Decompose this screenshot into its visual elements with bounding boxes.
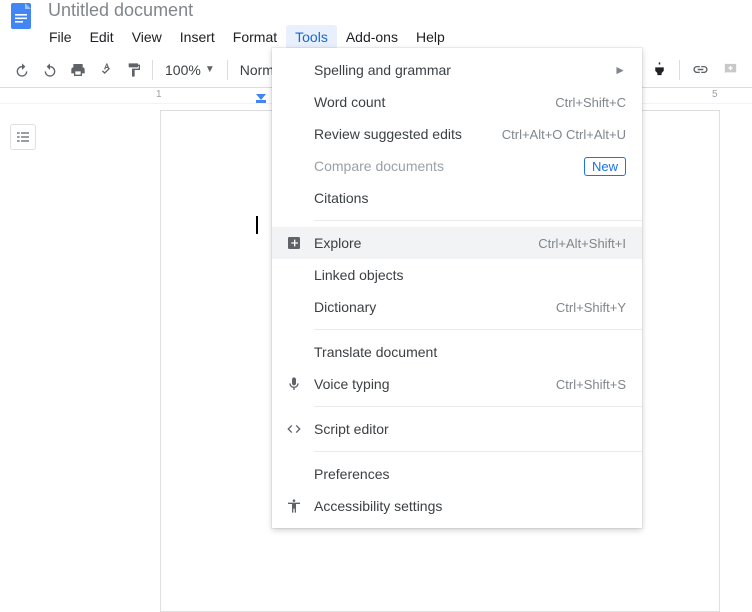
menu-item-preferences[interactable]: Preferences [272,458,642,490]
highlight-color-button[interactable] [645,56,673,84]
menu-help[interactable]: Help [407,25,454,49]
menu-item-label: Review suggested edits [314,126,462,142]
menu-bar: File Edit View Insert Format Tools Add-o… [40,24,752,50]
explore-icon [284,233,304,253]
paint-format-button[interactable] [120,56,148,84]
zoom-value: 100% [165,62,201,78]
menu-insert[interactable]: Insert [171,25,224,49]
indent-marker-icon [256,94,266,104]
menu-item-shortcut: Ctrl+Shift+Y [556,300,626,315]
menu-item-label: Citations [314,190,368,206]
toolbar-separator [227,60,228,80]
ruler-tick: 1 [156,89,162,100]
insert-link-button[interactable] [686,56,714,84]
submenu-arrow-icon: ► [614,63,626,77]
menu-view[interactable]: View [123,25,171,49]
menu-separator [314,451,642,452]
menu-item-explore[interactable]: Explore Ctrl+Alt+Shift+I [272,227,642,259]
menu-format[interactable]: Format [224,25,286,49]
menu-item-shortcut: Ctrl+Alt+O Ctrl+Alt+U [502,127,626,142]
menu-item-dictionary[interactable]: Dictionary Ctrl+Shift+Y [272,291,642,323]
menu-item-label: Compare documents [314,158,444,174]
script-icon [284,419,304,439]
menu-item-label: Voice typing [314,376,390,392]
toolbar-separator [679,60,680,80]
menu-addons[interactable]: Add-ons [337,25,407,49]
paint-roller-icon [126,62,142,78]
print-icon [70,62,86,78]
link-icon [692,61,709,78]
menu-separator [314,220,642,221]
menu-item-shortcut: Ctrl+Shift+S [556,377,626,392]
undo-icon [14,62,30,78]
ruler-tick: 5 [712,89,718,100]
menu-separator [314,406,642,407]
text-caret [256,216,258,234]
undo-button[interactable] [8,56,36,84]
toolbar-separator [152,60,153,80]
menu-item-word-count[interactable]: Word count Ctrl+Shift+C [272,86,642,118]
redo-button[interactable] [36,56,64,84]
menu-item-accessibility-settings[interactable]: Accessibility settings [272,490,642,522]
accessibility-icon [284,496,304,516]
new-badge: New [584,157,626,176]
menu-edit[interactable]: Edit [81,25,123,49]
menu-item-spelling-and-grammar[interactable]: Spelling and grammar ► [272,54,642,86]
outline-icon [15,129,31,145]
menu-item-script-editor[interactable]: Script editor [272,413,642,445]
menu-item-compare-documents: Compare documents New [272,150,642,182]
menu-item-citations[interactable]: Citations [272,182,642,214]
menu-separator [314,329,642,330]
document-outline-button[interactable] [10,124,36,150]
add-comment-button[interactable] [716,56,744,84]
menu-item-shortcut: Ctrl+Alt+Shift+I [538,236,626,251]
print-button[interactable] [64,56,92,84]
zoom-dropdown[interactable]: 100% ▼ [157,62,223,78]
docs-logo-icon [8,2,36,30]
menu-item-shortcut: Ctrl+Shift+C [555,95,626,110]
menu-file[interactable]: File [40,25,81,49]
document-title[interactable]: Untitled document [48,0,193,21]
menu-item-label: Word count [314,94,385,110]
menu-tools[interactable]: Tools [286,25,337,49]
menu-item-label: Dictionary [314,299,376,315]
menu-item-label: Translate document [314,344,437,360]
menu-item-label: Preferences [314,466,389,482]
menu-item-label: Accessibility settings [314,498,442,514]
chevron-down-icon: ▼ [205,64,215,75]
menu-item-label: Linked objects [314,267,404,283]
menu-item-label: Script editor [314,421,389,437]
menu-item-review-suggested-edits[interactable]: Review suggested edits Ctrl+Alt+O Ctrl+Al… [272,118,642,150]
spellcheck-icon [98,62,114,78]
menu-item-linked-objects[interactable]: Linked objects [272,259,642,291]
menu-item-voice-typing[interactable]: Voice typing Ctrl+Shift+S [272,368,642,400]
mic-icon [284,374,304,394]
menu-item-translate-document[interactable]: Translate document [272,336,642,368]
menu-item-label: Explore [314,235,361,251]
highlighter-icon [651,61,668,78]
indent-marker[interactable] [256,94,266,104]
tools-menu-dropdown: Spelling and grammar ► Word count Ctrl+Shif… [272,48,642,528]
menu-item-label: Spelling and grammar [314,62,451,78]
docs-app-icon[interactable] [8,2,36,30]
add-comment-icon [722,61,739,78]
redo-icon [42,62,58,78]
spellcheck-button[interactable] [92,56,120,84]
